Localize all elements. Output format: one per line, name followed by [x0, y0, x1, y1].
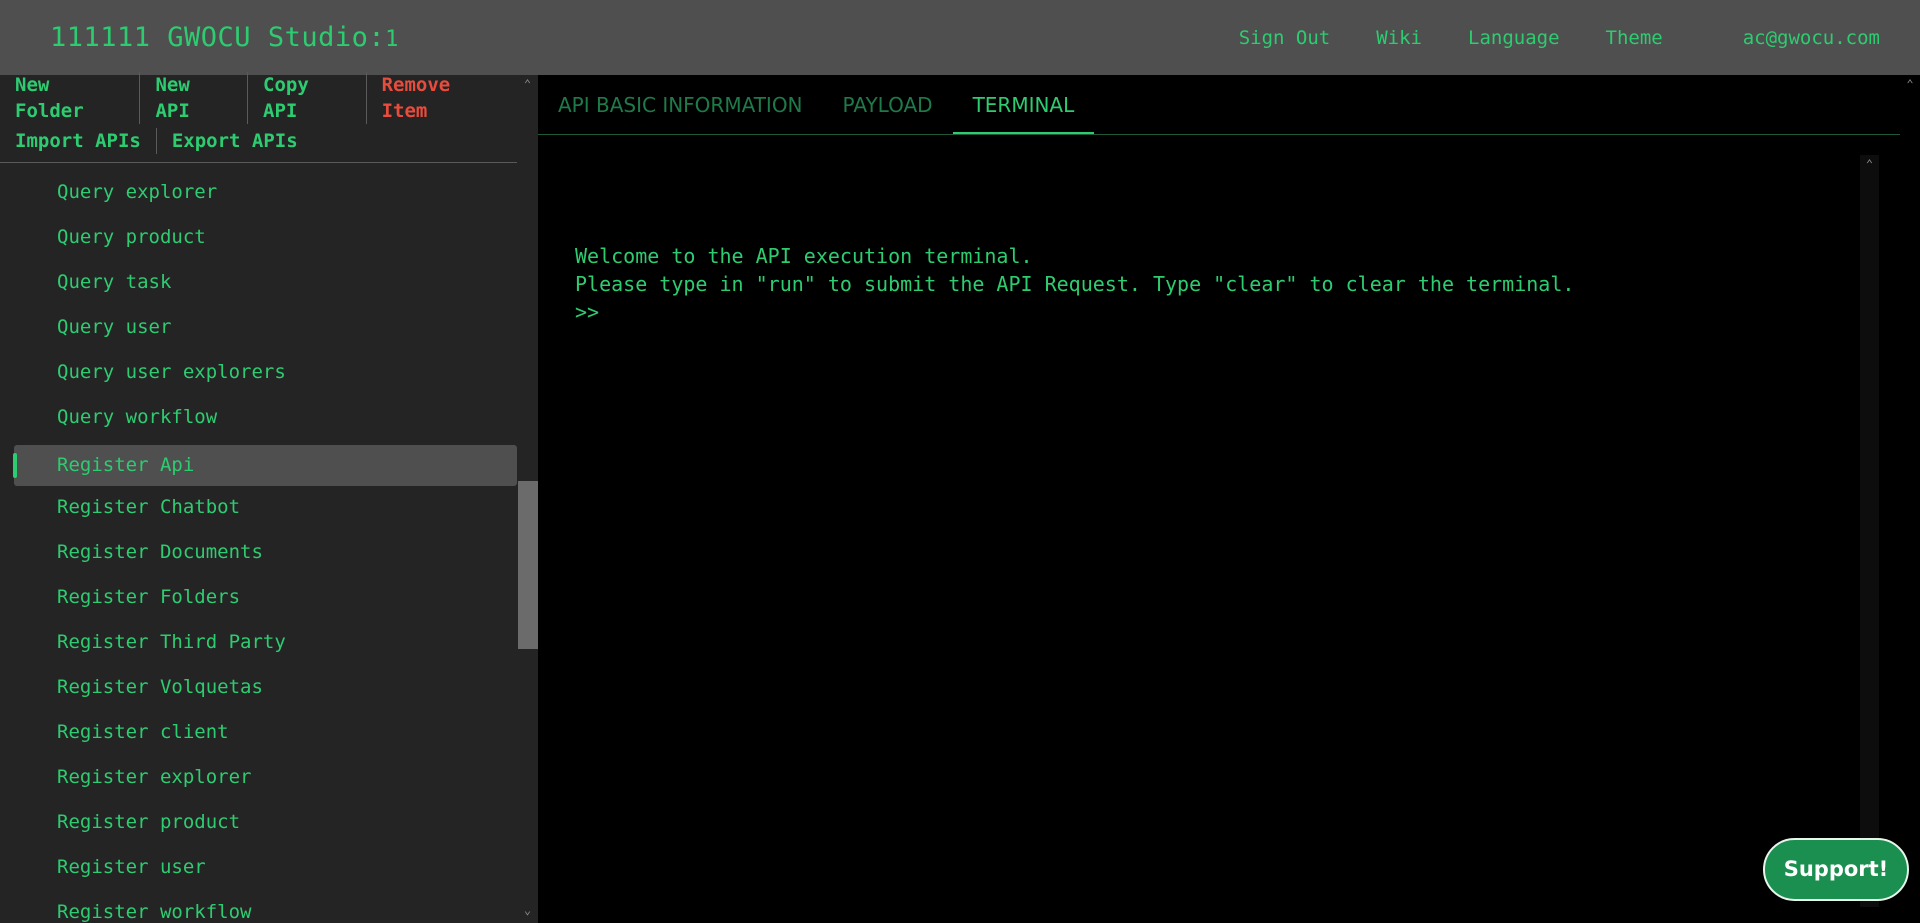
tree-item-query-user-explorers[interactable]: Query user explorers	[14, 352, 517, 393]
tree-item-query-product[interactable]: Query product	[14, 217, 517, 258]
tree-item-register-api[interactable]: Register Api	[13, 445, 517, 486]
tree-item-register-client[interactable]: Register client	[14, 712, 517, 753]
sidebar-scroll-thumb[interactable]	[518, 481, 538, 649]
tree-item-register-third-party[interactable]: Register Third Party	[14, 622, 517, 663]
import-apis-button[interactable]: Import APIs	[0, 128, 156, 154]
theme-link[interactable]: Theme	[1606, 27, 1663, 49]
tree-item-query-explorer[interactable]: Query explorer	[14, 172, 517, 213]
new-folder-button[interactable]: New Folder	[0, 72, 139, 124]
chevron-up-icon[interactable]: ⌃	[517, 77, 538, 91]
wiki-link[interactable]: Wiki	[1376, 27, 1422, 49]
copy-api-button[interactable]: Copy API	[247, 72, 366, 124]
chevron-up-icon[interactable]: ⌃	[1860, 157, 1879, 171]
main-scrollbar[interactable]: ⌃	[1900, 75, 1920, 923]
main-panel: API BASIC INFORMATION PAYLOAD TERMINAL W…	[538, 75, 1920, 923]
support-button[interactable]: Support!	[1763, 838, 1909, 901]
terminal-line: Please type in "run" to submit the API R…	[575, 272, 1575, 296]
tree-item-register-explorer[interactable]: Register explorer	[14, 757, 517, 798]
top-nav: Sign Out Wiki Language Theme ac@gwocu.co…	[1193, 0, 1920, 75]
language-link[interactable]: Language	[1468, 27, 1560, 49]
sidebar-toolbar: New Folder New API Copy API Remove Item …	[0, 72, 517, 163]
tree-item-register-chatbot[interactable]: Register Chatbot	[14, 487, 517, 528]
api-tree: Query explorer Query product Query task …	[0, 164, 517, 923]
new-api-button[interactable]: New API	[139, 72, 247, 124]
tree-item-register-folders[interactable]: Register Folders	[14, 577, 517, 618]
remove-item-button[interactable]: Remove Item	[365, 72, 517, 124]
sign-out-link[interactable]: Sign Out	[1239, 27, 1331, 49]
terminal-scrollbar[interactable]: ⌃	[1860, 155, 1879, 907]
tree-item-query-workflow[interactable]: Query workflow	[14, 397, 517, 438]
brand-name: 111111 GWOCU Studio:	[50, 22, 386, 53]
brand-title: 111111 GWOCU Studio:1	[50, 22, 399, 53]
user-email-link[interactable]: ac@gwocu.com	[1743, 27, 1880, 49]
terminal[interactable]: Welcome to the API execution terminal. P…	[555, 155, 1879, 907]
terminal-line: Welcome to the API execution terminal.	[575, 244, 1033, 268]
tab-terminal[interactable]: TERMINAL	[952, 75, 1095, 134]
tree-item-register-documents[interactable]: Register Documents	[14, 532, 517, 573]
brand-number: 1	[385, 27, 399, 52]
toolbar-row-1: New Folder New API Copy API Remove Item	[0, 72, 517, 124]
terminal-output: Welcome to the API execution terminal. P…	[555, 242, 1574, 326]
tree-item-register-workflow[interactable]: Register workflow	[14, 892, 517, 923]
tree-item-register-volquetas[interactable]: Register Volquetas	[14, 667, 517, 708]
top-bar: 111111 GWOCU Studio:1 Sign Out Wiki Lang…	[0, 0, 1920, 75]
chevron-up-icon[interactable]: ⌃	[1900, 77, 1920, 91]
export-apis-button[interactable]: Export APIs	[155, 128, 313, 154]
chevron-down-icon[interactable]: ⌄	[517, 903, 538, 917]
tab-payload[interactable]: PAYLOAD	[823, 75, 953, 134]
tree-item-register-product[interactable]: Register product	[14, 802, 517, 843]
tree-item-register-user[interactable]: Register user	[14, 847, 517, 888]
terminal-prompt[interactable]: >>	[575, 298, 1574, 326]
tree-item-query-user[interactable]: Query user	[14, 307, 517, 348]
sidebar: New Folder New API Copy API Remove Item …	[0, 72, 538, 923]
sidebar-scrollbar[interactable]: ⌃ ⌄	[517, 75, 538, 923]
tree-item-query-task[interactable]: Query task	[14, 262, 517, 303]
toolbar-row-2: Import APIs Export APIs	[0, 121, 313, 161]
tab-bar: API BASIC INFORMATION PAYLOAD TERMINAL	[538, 75, 1900, 135]
tab-api-basic-information[interactable]: API BASIC INFORMATION	[538, 75, 823, 134]
